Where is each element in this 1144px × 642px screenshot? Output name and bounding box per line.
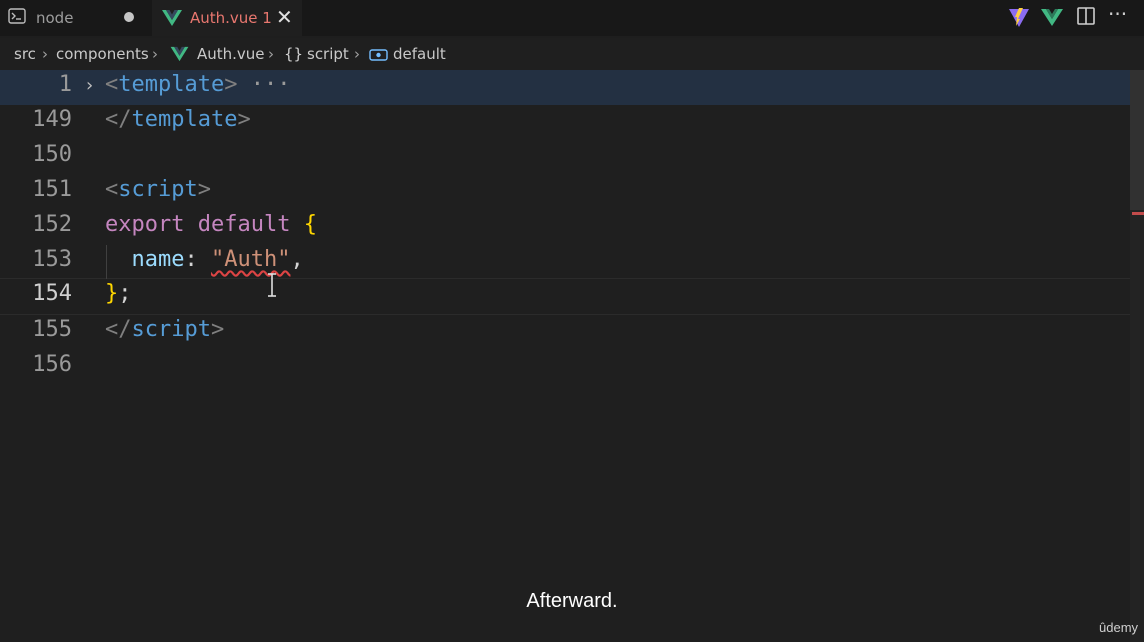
- code-text: </template>: [105, 107, 251, 132]
- tab-node[interactable]: node: [0, 0, 152, 36]
- text-cursor-icon: [268, 273, 276, 297]
- code-token: template: [118, 72, 225, 97]
- line-number: 151: [32, 177, 72, 202]
- vue-icon: [162, 10, 182, 26]
- more-actions-icon[interactable]: ···: [1108, 2, 1127, 26]
- code-token: </: [105, 107, 132, 132]
- code-token: {: [303, 212, 317, 237]
- tab-label: node: [36, 9, 74, 27]
- line-number: 1: [58, 72, 72, 97]
- line-number: 155: [32, 317, 72, 342]
- code-token: </: [105, 317, 132, 342]
- chevron-right-icon: ›: [42, 45, 48, 63]
- chevron-right-icon: ›: [152, 45, 158, 63]
- line-number: 152: [32, 212, 72, 237]
- split-editor-icon[interactable]: [1076, 6, 1096, 26]
- tab-bar: node Auth.vue 1 ✕ ···: [0, 0, 1144, 36]
- code-line[interactable]: 156: [0, 350, 1130, 385]
- code-token: }: [105, 281, 119, 306]
- code-line[interactable]: 151 <script>: [0, 175, 1130, 210]
- tab-label: Auth.vue 1: [190, 9, 272, 27]
- tab-auth-vue[interactable]: Auth.vue 1 ✕: [152, 0, 302, 36]
- scrollbar-thumb[interactable]: [1130, 70, 1144, 210]
- code-token: ;: [118, 281, 132, 306]
- breadcrumb-file[interactable]: Auth.vue: [197, 45, 265, 63]
- code-text: <script>: [105, 177, 211, 202]
- code-line-active[interactable]: 154 };: [0, 278, 1130, 315]
- code-token: script: [131, 317, 211, 342]
- udemy-watermark: ûdemy: [1099, 620, 1139, 635]
- vue-icon: [170, 46, 189, 62]
- code-token: template: [131, 107, 238, 132]
- breadcrumb-script[interactable]: script: [307, 45, 349, 63]
- line-number: 153: [32, 247, 72, 272]
- braces-icon: {}: [284, 45, 304, 63]
- code-token: >: [237, 107, 251, 132]
- code-token: export: [105, 212, 185, 237]
- code-text: <template> ···: [105, 72, 290, 97]
- code-token: >: [224, 72, 238, 97]
- code-line[interactable]: 155 </script>: [0, 315, 1130, 350]
- vue-devtools-icon[interactable]: [1040, 6, 1064, 28]
- code-text: </script>: [105, 317, 224, 342]
- indent-guide: [106, 245, 107, 279]
- symbol-icon: [369, 49, 388, 61]
- line-number: 156: [32, 352, 72, 377]
- code-token: <: [105, 72, 119, 97]
- code-text: export default {: [105, 212, 317, 237]
- vite-icon[interactable]: [1008, 6, 1030, 28]
- code-text: };: [105, 281, 132, 306]
- code-token: >: [210, 317, 225, 342]
- unsaved-dot-icon[interactable]: [124, 12, 134, 22]
- code-token: :: [184, 247, 211, 272]
- chevron-right-icon: ›: [354, 45, 360, 63]
- code-token: default: [197, 212, 291, 237]
- breadcrumb: src › components › Auth.vue › {} script …: [0, 38, 1144, 70]
- code-line[interactable]: 152 export default {: [0, 210, 1130, 245]
- code-token: >: [197, 177, 211, 202]
- code-token: <: [105, 177, 119, 202]
- chevron-right-icon[interactable]: ›: [86, 75, 93, 96]
- folded-ellipsis[interactable]: ···: [251, 72, 291, 97]
- code-editor[interactable]: 1 › <template> ··· 149 </template> 150 1…: [0, 70, 1130, 642]
- code-line[interactable]: 149 </template>: [0, 105, 1130, 140]
- line-number: 149: [32, 107, 72, 132]
- code-token: name: [131, 247, 185, 272]
- terminal-icon: [8, 8, 26, 24]
- code-token: script: [118, 177, 198, 202]
- chevron-right-icon: ›: [268, 45, 274, 63]
- code-token: "Auth": [210, 247, 291, 272]
- line-number: 150: [32, 142, 72, 167]
- code-text: name: "Auth",: [105, 247, 304, 272]
- breadcrumb-default[interactable]: default: [393, 45, 446, 63]
- video-caption: Afterward.: [526, 590, 618, 612]
- breadcrumb-src[interactable]: src: [14, 45, 36, 63]
- code-line[interactable]: 1 › <template> ···: [0, 70, 1130, 105]
- code-line[interactable]: 150: [0, 140, 1130, 175]
- error-marker: [1132, 212, 1144, 215]
- line-number: 154: [32, 281, 72, 306]
- close-icon[interactable]: ✕: [276, 5, 293, 29]
- breadcrumb-components[interactable]: components: [56, 45, 149, 63]
- code-token: ,: [290, 247, 304, 272]
- code-line[interactable]: 153 name: "Auth",: [0, 245, 1130, 280]
- editor-scrollbar[interactable]: [1130, 70, 1144, 642]
